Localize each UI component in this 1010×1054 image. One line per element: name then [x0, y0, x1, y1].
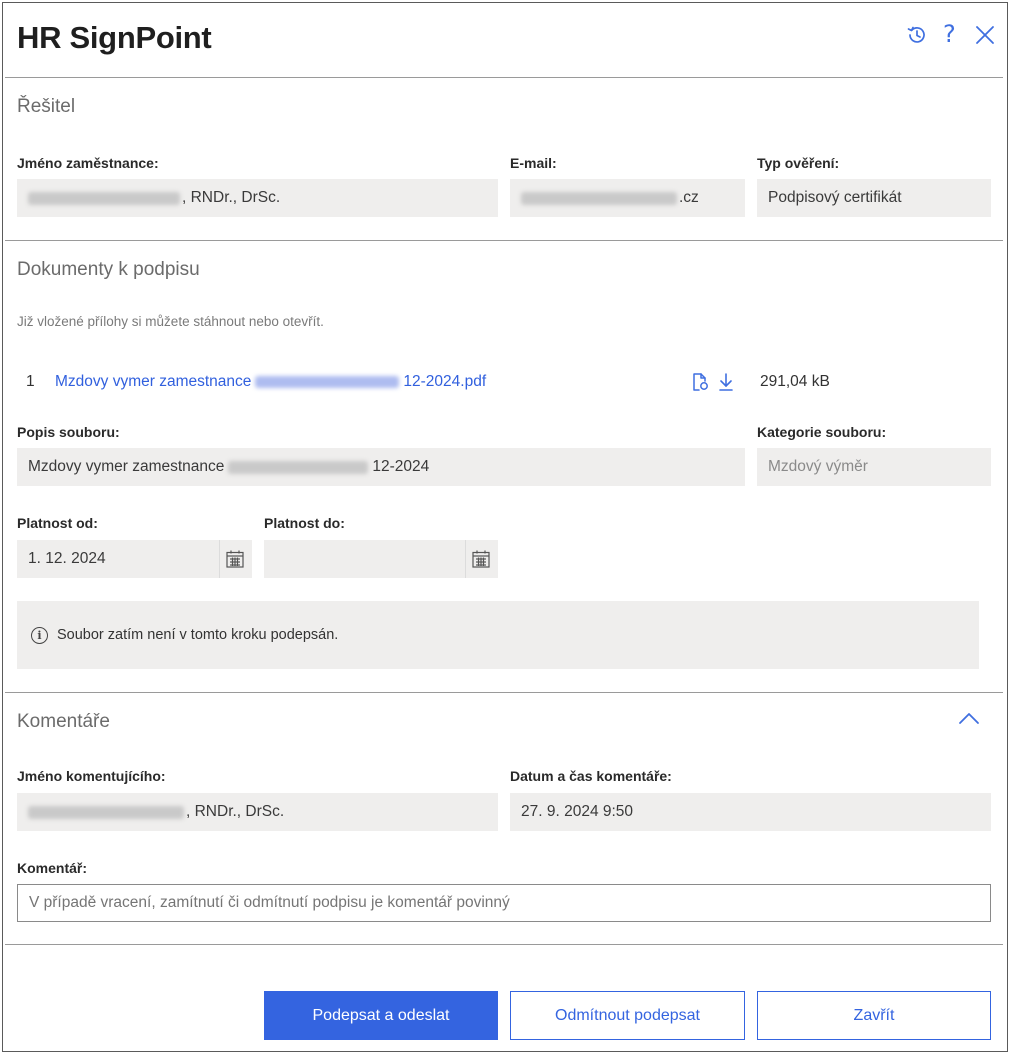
- redacted-email: [521, 191, 677, 205]
- employee-name-label: Jméno zaměstnance:: [17, 155, 159, 171]
- documents-divider: [5, 692, 1003, 693]
- file-description-label: Popis souboru:: [17, 424, 120, 440]
- document-size: 291,04 kB: [760, 373, 830, 390]
- documents-section-title: Dokumenty k podpisu: [17, 259, 200, 280]
- valid-from-value: 1. 12. 2024: [28, 550, 106, 567]
- commenter-name-label: Jméno komentujícího:: [17, 768, 166, 784]
- dialog-title: HR SignPoint: [17, 20, 212, 55]
- redacted-document-name: [255, 375, 400, 388]
- employee-name-field: , RNDr., DrSc.: [17, 179, 498, 217]
- solver-divider: [5, 240, 1003, 241]
- documents-hint: Již vložené přílohy si můžete stáhnout n…: [17, 314, 324, 329]
- email-value: .cz: [679, 189, 699, 206]
- document-link[interactable]: Mzdovy vymer zamestnance 12-2024.pdf: [55, 373, 486, 391]
- close-icon[interactable]: [975, 25, 995, 45]
- sign-and-send-button[interactable]: Podepsat a odeslat: [264, 991, 498, 1040]
- file-category-label: Kategorie souboru:: [757, 424, 887, 440]
- file-description-suffix: 12-2024: [372, 458, 430, 475]
- document-index: 1: [26, 373, 35, 390]
- valid-from-label: Platnost od:: [17, 515, 98, 531]
- comment-datetime-field: 27. 9. 2024 9:50: [510, 793, 991, 831]
- commenter-name-value: , RNDr., DrSc.: [186, 803, 285, 820]
- redacted-commenter: [28, 805, 184, 819]
- close-button[interactable]: Zavřít: [757, 991, 991, 1040]
- solver-section-title: Řešitel: [17, 96, 76, 117]
- header-divider: [5, 77, 1003, 78]
- valid-from-field: 1. 12. 2024: [17, 540, 252, 578]
- comments-section-title: Komentáře: [17, 711, 110, 732]
- comment-label: Komentář:: [17, 860, 88, 876]
- open-document-icon[interactable]: [690, 372, 710, 392]
- signature-info-box: i Soubor zatím není v tomto kroku podeps…: [17, 601, 979, 669]
- file-category-field: Mzdový výměr: [757, 448, 991, 486]
- calendar-icon[interactable]: [471, 549, 491, 569]
- valid-to-separator: [465, 540, 466, 578]
- valid-from-separator: [219, 540, 220, 578]
- commenter-name-field: , RNDr., DrSc.: [17, 793, 498, 831]
- redacted-name: [28, 191, 180, 205]
- valid-to-field: [264, 540, 498, 578]
- document-name-prefix: Mzdovy vymer zamestnance: [55, 373, 252, 390]
- info-icon: i: [31, 626, 48, 644]
- redacted-file-description: [228, 460, 369, 474]
- comment-input[interactable]: [17, 884, 991, 922]
- calendar-icon[interactable]: [225, 549, 245, 569]
- verification-type-field: Podpisový certifikát: [757, 179, 991, 217]
- chevron-up-icon[interactable]: [958, 710, 980, 726]
- signature-info-text: Soubor zatím není v tomto kroku podepsán…: [57, 627, 339, 643]
- email-field: .cz: [510, 179, 745, 217]
- download-icon[interactable]: [716, 372, 736, 392]
- comments-divider: [5, 944, 1003, 945]
- refuse-sign-button[interactable]: Odmítnout podepsat: [510, 991, 745, 1040]
- valid-to-label: Platnost do:: [264, 515, 345, 531]
- verification-type-label: Typ ověření:: [757, 155, 840, 171]
- comment-datetime-label: Datum a čas komentáře:: [510, 768, 672, 784]
- history-icon[interactable]: [906, 24, 928, 46]
- document-name-suffix: 12-2024.pdf: [403, 373, 487, 390]
- help-icon[interactable]: ?: [943, 20, 956, 48]
- employee-name-value: , RNDr., DrSc.: [182, 189, 281, 206]
- file-description-prefix: Mzdovy vymer zamestnance: [28, 458, 225, 475]
- file-description-field: Mzdovy vymer zamestnance 12-2024: [17, 448, 745, 486]
- email-label: E-mail:: [510, 155, 557, 171]
